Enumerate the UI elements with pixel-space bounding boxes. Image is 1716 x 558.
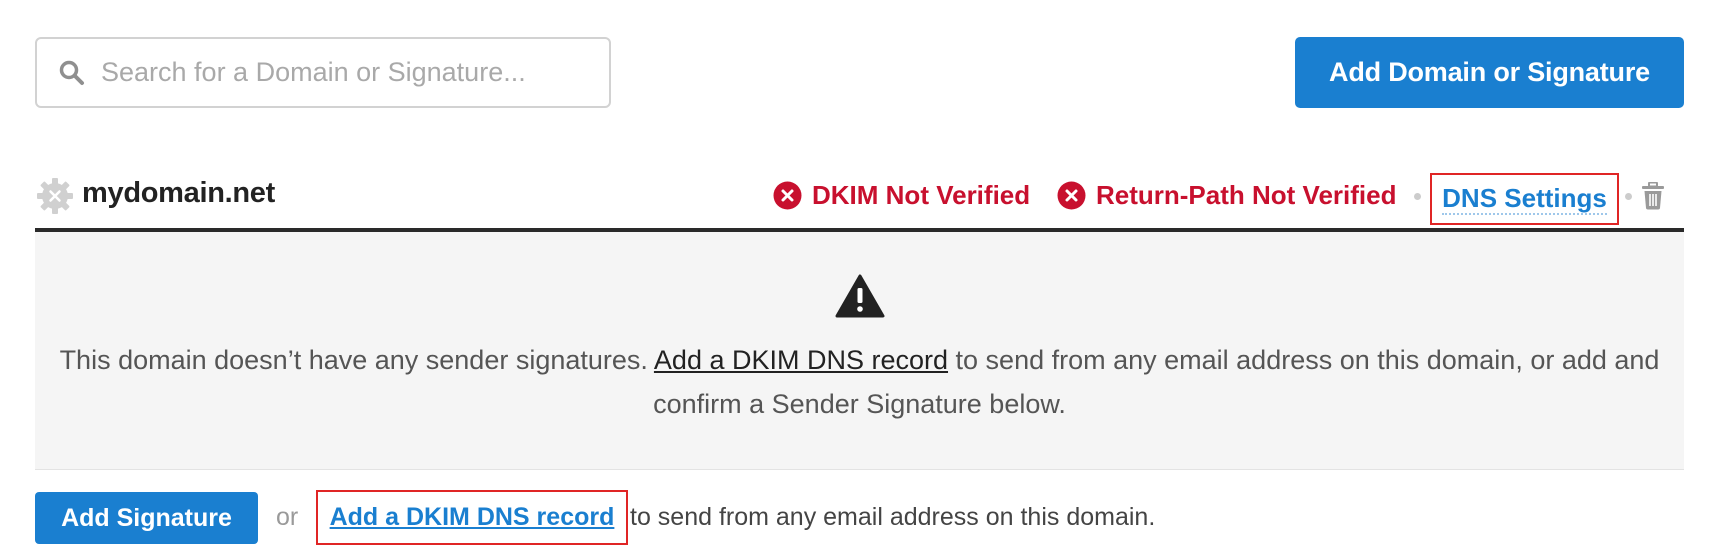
separator-dot [1625, 193, 1632, 200]
dkim-status-label: DKIM Not Verified [812, 180, 1031, 210]
notice-text: This domain doesn’t have any sender sign… [35, 338, 1684, 426]
return-path-status-label: Return-Path Not Verified [1096, 180, 1397, 210]
add-domain-or-signature-button[interactable]: Add Domain or Signature [1295, 37, 1684, 108]
dkim-status: DKIM Not Verified [773, 180, 1030, 211]
notice-add-dkim-link[interactable]: Add a DKIM DNS record [654, 345, 948, 375]
domains-page: Add Domain or Signature mydomain.net [0, 0, 1716, 558]
or-label: or [276, 503, 299, 531]
warning-icon [835, 274, 885, 318]
add-signature-button[interactable]: Add Signature [35, 492, 258, 544]
domain-name: mydomain.net [82, 177, 275, 209]
return-path-status: Return-Path Not Verified [1057, 180, 1396, 211]
gear-icon [35, 176, 75, 216]
search-input[interactable] [101, 52, 581, 93]
footer-text: to send from any email address on this d… [630, 503, 1156, 531]
trash-icon[interactable] [1641, 181, 1665, 210]
separator-dot [1414, 193, 1421, 200]
no-signatures-notice: This domain doesn’t have any sender sign… [35, 232, 1684, 470]
add-dkim-dns-record-link[interactable]: Add a DKIM DNS record [330, 503, 615, 532]
notice-text-before: This domain doesn’t have any sender sign… [59, 345, 654, 375]
dns-settings-highlight: DNS Settings [1430, 173, 1619, 225]
error-x-icon [773, 181, 802, 210]
search-box[interactable] [35, 37, 611, 108]
dkim-link-highlight: Add a DKIM DNS record [316, 490, 628, 545]
search-icon [59, 60, 85, 86]
dns-settings-link[interactable]: DNS Settings [1442, 183, 1607, 215]
domain-header: mydomain.net DKIM Not Verified Return-Pa… [35, 168, 1684, 228]
error-x-icon [1057, 181, 1086, 210]
